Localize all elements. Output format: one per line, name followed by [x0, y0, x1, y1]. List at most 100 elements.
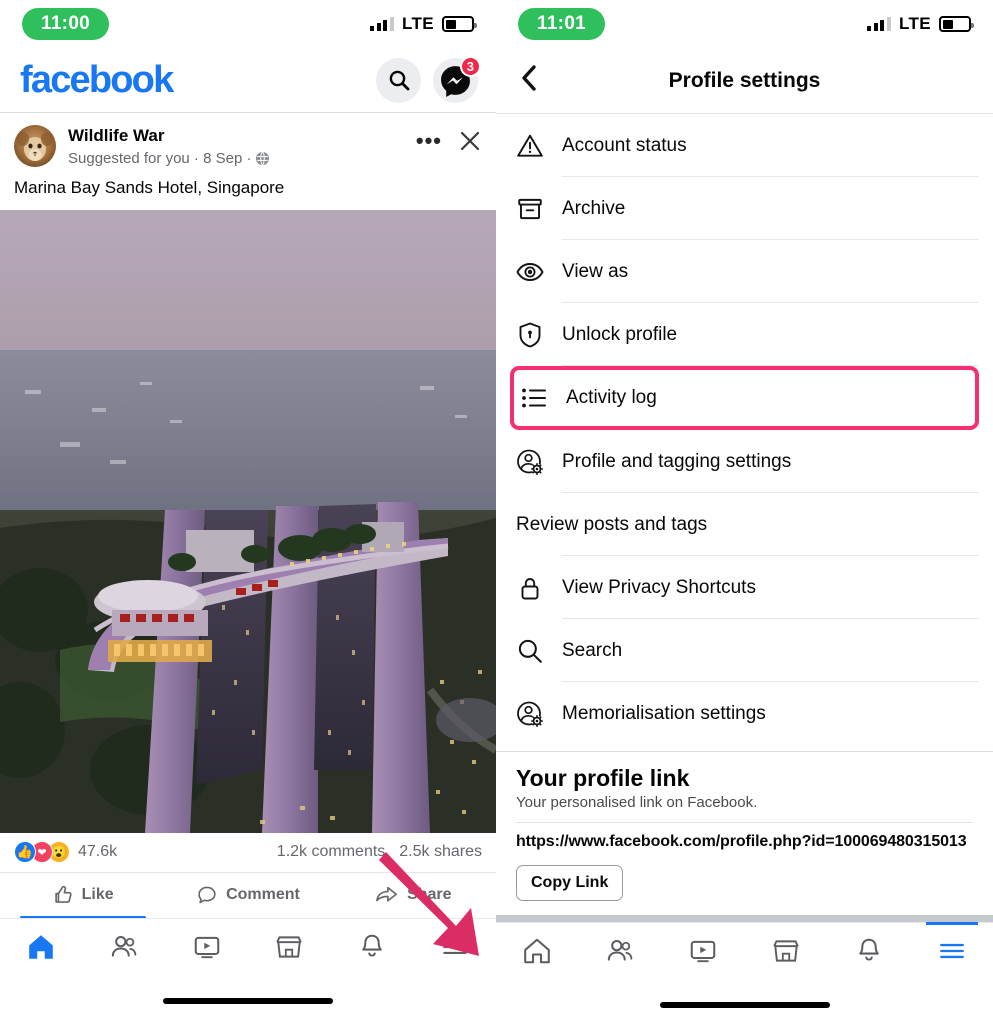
- warning-triangle-icon: [516, 132, 562, 160]
- nav-video[interactable]: [177, 925, 237, 969]
- settings-item-account-status[interactable]: Account status: [496, 114, 993, 177]
- back-button[interactable]: [518, 63, 540, 98]
- status-indicators: LTE: [370, 14, 477, 34]
- settings-item-activity-log[interactable]: Activity log: [510, 366, 979, 430]
- settings-item-label: Archive: [562, 197, 626, 219]
- settings-item-label: Unlock profile: [562, 323, 678, 345]
- status-time: 11:00: [22, 8, 110, 40]
- search-button[interactable]: [376, 57, 421, 103]
- status-bar-right: 11:01 LTE: [496, 0, 993, 48]
- battery-icon: [939, 16, 974, 32]
- settings-item-view-as[interactable]: View as: [496, 240, 993, 303]
- copy-link-button[interactable]: Copy Link: [516, 865, 624, 902]
- page-title: Profile settings: [668, 68, 821, 92]
- like-button[interactable]: Like: [0, 873, 165, 920]
- post-photo-marina-bay-sands[interactable]: [0, 210, 496, 834]
- home-icon: [29, 934, 54, 959]
- facebook-logo[interactable]: facebook: [20, 61, 174, 99]
- nav-home[interactable]: [11, 925, 71, 969]
- nav-notifications[interactable]: [342, 925, 402, 969]
- facebook-app-header: facebook 3: [0, 48, 496, 113]
- home-icon: [524, 938, 551, 963]
- video-icon: [194, 936, 219, 958]
- eye-icon: [516, 258, 562, 286]
- friends-icon: [111, 935, 137, 957]
- reaction-count: 47.6k: [78, 843, 118, 861]
- settings-item-label: Memorialisation settings: [562, 702, 766, 724]
- comment-button-label: Comment: [226, 886, 300, 904]
- search-icon: [389, 70, 409, 91]
- settings-item-label: Search: [562, 639, 623, 661]
- status-time: 11:01: [518, 8, 606, 40]
- back-chevron-icon: [522, 65, 536, 91]
- post-header: Wildlife War Suggested for you · 8 Sep ·…: [0, 113, 496, 173]
- settings-item-memorialisation[interactable]: Memorialisation settings: [496, 682, 993, 745]
- share-button[interactable]: Share: [331, 873, 496, 918]
- status-indicators: LTE: [867, 14, 974, 34]
- nav-menu[interactable]: [425, 925, 485, 969]
- comment-button[interactable]: Comment: [165, 873, 330, 918]
- bottom-navigation-right: [496, 921, 993, 1008]
- comment-count[interactable]: 1.2k comments: [277, 843, 385, 861]
- nav-marketplace[interactable]: [756, 929, 816, 973]
- post-header-actions: •••: [416, 125, 482, 153]
- post-subtitle-row: Suggested for you · 8 Sep ·: [68, 148, 416, 169]
- settings-item-label: View Privacy Shortcuts: [562, 576, 756, 598]
- reaction-summary[interactable]: 👍 ❤ 😮 47.6k: [14, 841, 118, 864]
- settings-item-label: Account status: [562, 134, 687, 156]
- nav-friends[interactable]: [94, 925, 154, 969]
- post-author-name[interactable]: Wildlife War: [68, 125, 416, 147]
- settings-item-archive[interactable]: Archive: [496, 177, 993, 240]
- settings-item-profile-and-tagging[interactable]: Profile and tagging settings: [496, 430, 993, 493]
- signal-strength-icon: [370, 17, 394, 31]
- nav-home[interactable]: [507, 929, 567, 973]
- profile-link-divider: [516, 822, 973, 824]
- network-type-label: LTE: [401, 14, 434, 33]
- marketplace-icon: [276, 935, 302, 958]
- share-count[interactable]: 2.5k shares: [399, 843, 482, 861]
- settings-header: Profile settings: [496, 48, 993, 114]
- profile-gear-icon: [516, 700, 562, 728]
- nav-video[interactable]: [673, 929, 733, 973]
- post-engagement-bar: 👍 ❤ 😮 47.6k 1.2k comments 2.5k shares: [0, 833, 496, 872]
- profile-link-url[interactable]: https://www.facebook.com/profile.php?id=…: [516, 833, 973, 851]
- video-icon: [690, 940, 716, 962]
- settings-item-view-privacy-shortcuts[interactable]: View Privacy Shortcuts: [496, 556, 993, 619]
- close-icon[interactable]: [458, 129, 482, 153]
- lion-avatar-image: [14, 125, 56, 167]
- hamburger-menu-icon: [939, 943, 964, 958]
- settings-item-review-posts-and-tags[interactable]: Review posts and tags: [496, 493, 993, 556]
- right-nav-wrapper: [496, 921, 993, 1024]
- avatar[interactable]: [14, 125, 56, 167]
- bottom-navigation-left: [0, 918, 496, 1005]
- activity-list-icon: [520, 385, 566, 411]
- thumbs-up-icon: [54, 885, 72, 903]
- profile-gear-icon: [516, 448, 562, 476]
- nav-menu[interactable]: [922, 921, 982, 973]
- marketplace-icon: [773, 939, 799, 962]
- profile-link-description: Your personalised link on Facebook.: [516, 794, 758, 812]
- settings-item-search[interactable]: Search: [496, 619, 993, 682]
- archive-box-icon: [516, 195, 562, 223]
- nav-notifications[interactable]: [839, 929, 899, 973]
- like-reaction-icon: 👍: [14, 841, 36, 864]
- messenger-button[interactable]: 3: [433, 55, 481, 103]
- settings-item-unlock-profile[interactable]: Unlock profile: [496, 303, 993, 366]
- friends-icon: [608, 939, 633, 961]
- messenger-badge: 3: [459, 55, 481, 77]
- battery-icon: [442, 16, 477, 32]
- padlock-icon: [516, 574, 562, 602]
- share-arrow-icon: [376, 886, 398, 902]
- nav-friends[interactable]: [590, 929, 650, 973]
- post-meta: Wildlife War Suggested for you · 8 Sep ·: [68, 125, 416, 169]
- globe-icon: [256, 151, 270, 166]
- ellipsis-icon[interactable]: •••: [416, 130, 442, 152]
- settings-item-label: View as: [562, 260, 629, 282]
- network-type-label: LTE: [898, 14, 931, 33]
- status-bar-left: 11:00 LTE: [0, 0, 496, 48]
- profile-link-heading: Your profile link: [516, 765, 690, 792]
- settings-item-label: Review posts and tags: [516, 513, 708, 535]
- nav-marketplace[interactable]: [259, 925, 319, 969]
- profile-link-section: Your profile link Your personalised link…: [496, 751, 993, 902]
- shield-lock-icon: [516, 321, 562, 349]
